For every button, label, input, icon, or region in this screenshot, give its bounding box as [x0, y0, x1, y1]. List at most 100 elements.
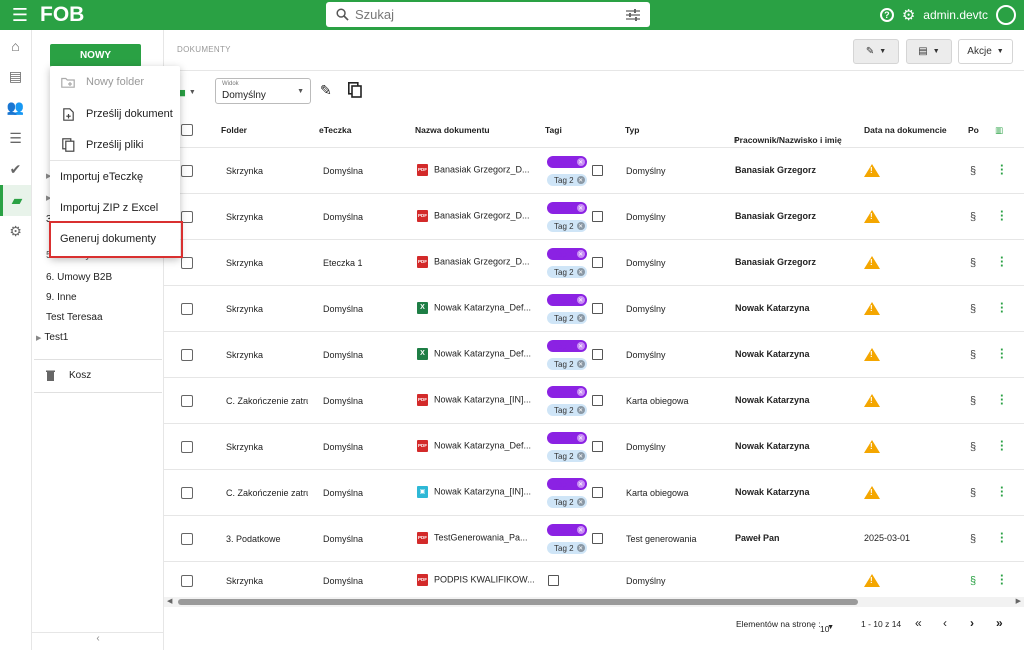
remove-tag-icon[interactable]: ✕ [576, 434, 585, 442]
check-circle-icon[interactable]: ✔ [0, 154, 31, 185]
remove-tag-icon[interactable]: ✕ [576, 204, 585, 212]
edit-tags-icon[interactable] [592, 303, 603, 314]
tag-chip[interactable]: Tag 1 ✕ [547, 432, 587, 444]
scroll-left-icon[interactable]: ◀ [167, 597, 172, 605]
row-checkbox[interactable] [181, 165, 193, 177]
more-vert-icon[interactable]: · · · [1000, 251, 1004, 272]
remove-tag-icon[interactable]: ✕ [576, 268, 585, 276]
scrollbar-thumb[interactable] [178, 599, 858, 605]
tag-chip[interactable]: Tag 1 ✕ [547, 156, 587, 168]
col-eteczka[interactable]: eTeczka [319, 125, 351, 135]
cell-document-name[interactable]: PDF Banasiak Grzegorz_D... [417, 256, 537, 268]
tag-chip[interactable]: Tag 1 ✕ [547, 524, 587, 536]
sign-menu-button[interactable]: ✎ ▼ [853, 39, 899, 64]
edit-tags-icon[interactable] [592, 165, 603, 176]
more-vert-icon[interactable]: · · · [1000, 159, 1004, 180]
tag-chip[interactable]: Tag 1 ✕ [547, 294, 587, 306]
help-icon[interactable]: ? [879, 8, 894, 22]
row-checkbox[interactable] [181, 441, 193, 453]
menu-icon[interactable]: ☰ [0, 0, 40, 30]
table-row[interactable]: C. Zakończenie zatrud Domyślna PDF Nowak Ka… [164, 377, 1024, 423]
app-logo[interactable]: FOB [40, 3, 100, 27]
collapse-sidebar-icon[interactable]: ‹ [32, 632, 164, 650]
user-name[interactable]: admin.devtc [923, 8, 988, 22]
remove-tag-icon[interactable]: ✕ [576, 452, 585, 460]
more-vert-icon[interactable]: · · · [1000, 343, 1004, 364]
folder-select-button[interactable]: ■ ▼ [178, 82, 210, 102]
table-row[interactable]: C. Zakończenie zatrud Domyślna ▣ Nowak Kata… [164, 469, 1024, 515]
menu-item-new-folder[interactable]: Nowy folder [50, 67, 180, 97]
tag-chip[interactable]: Tag 2 ✕ [547, 174, 587, 186]
edit-tags-icon[interactable] [592, 533, 603, 544]
tag-chip[interactable]: Tag 2 ✕ [547, 542, 587, 554]
remove-tag-icon[interactable]: ✕ [576, 526, 585, 534]
select-all-checkbox[interactable] [181, 124, 193, 136]
remove-tag-icon[interactable]: ✕ [576, 158, 585, 166]
more-vert-icon[interactable]: · · · [1000, 297, 1004, 318]
table-row[interactable]: Skrzynka Domyślna PDF Nowak Katarzyna_Def..… [164, 423, 1024, 469]
search-input[interactable]: Szukaj [355, 7, 626, 22]
tag-chip[interactable]: Tag 2 ✕ [547, 404, 587, 416]
table-row[interactable]: Skrzynka Domyślna X Nowak Katarzyna_Def... T… [164, 285, 1024, 331]
tag-chip[interactable]: Tag 2 ✕ [547, 358, 587, 370]
table-row[interactable]: Skrzynka Eteczka 1 PDF Banasiak Grzegorz_D.… [164, 239, 1024, 285]
edit-tags-icon[interactable] [592, 487, 603, 498]
edit-tags-icon[interactable] [592, 349, 603, 360]
search-box[interactable]: Szukaj [326, 2, 650, 27]
remove-tag-icon[interactable]: ✕ [576, 388, 585, 396]
col-type[interactable]: Typ [625, 125, 639, 135]
cell-document-name[interactable]: PDF Banasiak Grzegorz_D... [417, 210, 537, 222]
menu-item-upload-document[interactable]: Prześlij dokument [50, 99, 180, 129]
new-button[interactable]: NOWY [50, 44, 141, 67]
prev-page-icon[interactable]: ‹ [943, 616, 947, 630]
remove-tag-icon[interactable]: ✕ [576, 176, 585, 184]
col-tags[interactable]: Tagi [545, 125, 562, 135]
scroll-right-icon[interactable]: ▶ [1016, 597, 1021, 605]
home-icon[interactable]: ⌂ [0, 30, 31, 61]
more-vert-icon[interactable]: · · · [1000, 481, 1004, 502]
remove-tag-icon[interactable]: ✕ [576, 250, 585, 258]
tag-chip[interactable]: Tag 2 ✕ [547, 450, 587, 462]
remove-tag-icon[interactable]: ✕ [576, 544, 585, 552]
folder-open-icon[interactable]: ▰ [0, 185, 31, 216]
export-menu-button[interactable]: ▤ ▼ [906, 39, 952, 64]
cell-document-name[interactable]: PDF PODPIS KWALIFIKOW... [417, 574, 537, 586]
view-select[interactable]: Widok Domyślny ▼ [215, 78, 311, 104]
remove-tag-icon[interactable]: ✕ [576, 406, 585, 414]
cell-document-name[interactable]: PDF Nowak Katarzyna_[IN]... [417, 394, 537, 406]
copy-icon[interactable] [348, 82, 362, 98]
row-checkbox[interactable] [181, 349, 193, 361]
table-row[interactable]: Skrzynka Domyślna X Nowak Katarzyna_Def... T… [164, 331, 1024, 377]
row-checkbox[interactable] [181, 303, 193, 315]
remove-tag-icon[interactable]: ✕ [576, 360, 585, 368]
tree-item[interactable]: 6. Umowy B2B [46, 272, 112, 283]
remove-tag-icon[interactable]: ✕ [576, 480, 585, 488]
col-folder[interactable]: Folder [221, 125, 247, 135]
more-vert-icon[interactable]: · · · [1000, 435, 1004, 456]
trash-item[interactable]: Kosz [46, 370, 91, 381]
col-doc-date[interactable]: Data na dokumencie [864, 125, 947, 135]
tag-chip[interactable]: Tag 1 ✕ [547, 202, 587, 214]
more-vert-icon[interactable]: · · · [1000, 569, 1004, 590]
tag-chip[interactable]: Tag 2 ✕ [547, 220, 587, 232]
horizontal-scrollbar[interactable]: ◀ ▶ [164, 597, 1024, 607]
actions-button[interactable]: Akcje ▼ [958, 39, 1013, 64]
edit-tags-icon[interactable] [548, 575, 559, 586]
tag-chip[interactable]: Tag 2 ✕ [547, 496, 587, 508]
row-checkbox[interactable] [181, 487, 193, 499]
tree-item[interactable]: ▶ Test1 [36, 332, 68, 343]
col-po[interactable]: Po [968, 125, 979, 135]
edit-tags-icon[interactable] [592, 395, 603, 406]
document-icon[interactable]: ▤ [0, 61, 31, 92]
table-row[interactable]: 3. Podatkowe Domyślna PDF TestGenerowania_P… [164, 515, 1024, 561]
tag-chip[interactable]: Tag 2 ✕ [547, 312, 587, 324]
next-page-icon[interactable]: › [970, 616, 974, 630]
people-icon[interactable]: 👥 [0, 92, 31, 123]
first-page-icon[interactable]: « [915, 616, 922, 630]
cell-document-name[interactable]: X Nowak Katarzyna_Def... [417, 348, 537, 360]
row-checkbox[interactable] [181, 395, 193, 407]
edit-icon[interactable]: ✎ [320, 82, 332, 99]
gear-icon[interactable]: ⚙ [902, 6, 915, 24]
edit-tags-icon[interactable] [592, 441, 603, 452]
last-page-icon[interactable]: » [996, 616, 1003, 630]
